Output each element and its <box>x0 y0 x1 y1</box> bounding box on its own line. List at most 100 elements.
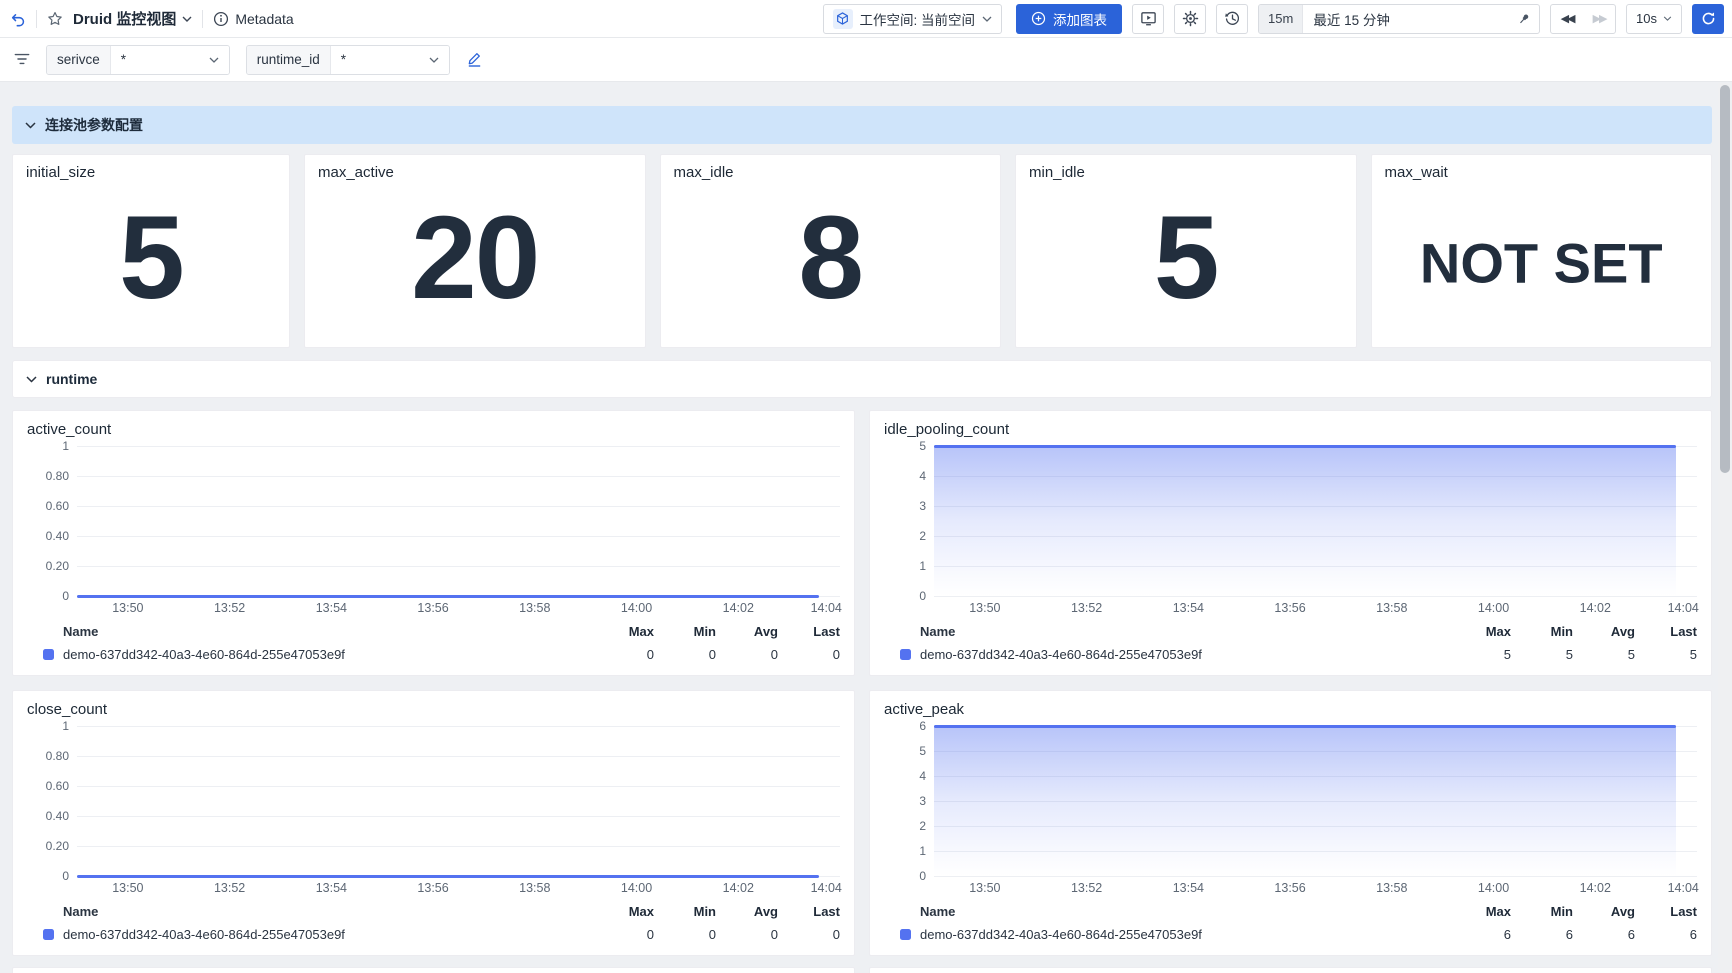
gridline <box>77 476 840 477</box>
series-color-swatch <box>43 649 54 660</box>
y-axis-label: 3 <box>919 794 926 808</box>
legend-header-stat: Min <box>693 624 716 639</box>
x-axis-label: 13:52 <box>213 881 246 895</box>
legend-header-stat: Max <box>628 904 654 919</box>
x-axis-label: 14:02 <box>1579 601 1611 615</box>
y-axis-label: 4 <box>919 469 926 483</box>
charts-grid: active_count 1 0.80 0.60 0.40 0.20 0 13:50 13:52… <box>12 410 1712 956</box>
y-axis-label: 0.80 <box>45 749 69 763</box>
divider <box>36 9 37 28</box>
series-color-swatch <box>900 649 911 660</box>
time-series-plot[interactable] <box>77 726 840 878</box>
refresh-button[interactable] <box>1692 3 1724 34</box>
y-axis-label: 3 <box>919 499 926 513</box>
monitor-play-icon <box>1140 10 1157 27</box>
top-bar: Druid 监控视图 Metadata 工作空间: 当前空间 添加图表 15m … <box>0 0 1732 38</box>
stat-value: 8 <box>798 192 864 325</box>
filter-bar: serivce * runtime_id * <box>0 38 1732 82</box>
y-axis-label: 1 <box>62 719 69 733</box>
time-series-plot[interactable] <box>934 724 1697 877</box>
variable-select-serivce[interactable]: serivce * <box>46 44 230 75</box>
series-stat-value: 0 <box>770 927 778 942</box>
stat-panel-min_idle: min_idle 5 <box>1015 154 1357 348</box>
edit-variables-button[interactable] <box>466 51 483 68</box>
stat-value: NOT SET <box>1419 231 1663 295</box>
info-icon <box>213 11 229 27</box>
legend-header-stat: Avg <box>753 904 778 919</box>
stat-title: max_idle <box>673 164 734 181</box>
series-color-swatch <box>43 929 54 940</box>
stat-panel-max_idle: max_idle 8 <box>659 154 1001 348</box>
section-header-runtime[interactable]: runtime <box>12 360 1712 398</box>
plus-circle-icon <box>1031 11 1046 26</box>
time-series-plot[interactable] <box>77 446 840 598</box>
legend-header-stat: Min <box>1550 624 1573 639</box>
x-axis-label: 14:00 <box>1477 601 1510 615</box>
x-axis: 13:50 13:52 13:54 13:56 13:58 14:00 14:02 14:04 <box>934 876 1699 898</box>
section-header-pool-config[interactable]: 连接池参数配置 <box>12 106 1712 144</box>
favorite-star-icon[interactable] <box>47 11 63 27</box>
x-axis-label: 13:58 <box>519 881 551 895</box>
plot-region: 6 5 4 3 2 1 0 <box>884 719 1697 883</box>
gridline <box>77 816 840 817</box>
chart-title: close_count <box>27 701 108 718</box>
scrollbar-thumb[interactable] <box>1720 85 1730 473</box>
stat-value: 5 <box>1153 192 1220 325</box>
chevron-down-icon <box>209 57 219 63</box>
legend-header-stat: Last <box>813 904 840 919</box>
refresh-interval-select[interactable]: 10s <box>1626 3 1682 34</box>
time-series-plot[interactable] <box>934 444 1697 597</box>
history-clock-icon <box>1224 10 1241 27</box>
legend-series-row[interactable]: demo-637dd342-40a3-4e60-864d-255e47053e9… <box>27 643 840 666</box>
dashboard-title-dropdown[interactable]: Druid 监控视图 <box>73 8 192 29</box>
legend-header-stat: Last <box>1670 624 1697 639</box>
y-axis-label: 6 <box>919 719 926 733</box>
x-axis-label: 13:52 <box>1070 881 1103 895</box>
x-axis-label: 13:58 <box>519 601 551 615</box>
x-axis-label: 13:50 <box>969 601 1001 615</box>
tv-mode-button[interactable] <box>1132 3 1165 34</box>
pin-icon[interactable] <box>1517 12 1531 26</box>
scrollbar-track[interactable] <box>1718 83 1732 973</box>
add-chart-button[interactable]: 添加图表 <box>1016 3 1123 34</box>
x-axis-label: 13:50 <box>969 881 1001 895</box>
x-axis-label: 13:56 <box>1274 881 1306 895</box>
x-axis: 13:50 13:52 13:54 13:56 13:58 14:00 14:02 14:04 <box>934 596 1699 618</box>
add-chart-label: 添加图表 <box>1053 12 1108 28</box>
legend-header-stat: Last <box>1670 904 1697 919</box>
series-name: demo-637dd342-40a3-4e60-864d-255e47053e9… <box>63 647 345 662</box>
series-area-fill <box>934 726 1677 876</box>
workspace-select[interactable]: 工作空间: 当前空间 <box>822 3 1003 34</box>
series-stat-value: 0 <box>646 647 654 662</box>
history-button[interactable] <box>1216 3 1249 34</box>
chevron-down-icon <box>182 16 192 22</box>
gridline <box>77 756 840 757</box>
settings-button[interactable] <box>1174 3 1207 34</box>
x-axis-label: 14:00 <box>1477 881 1510 895</box>
legend-header-name: Name <box>63 624 99 639</box>
y-axis-label: 0.40 <box>45 809 69 823</box>
shift-forward-button[interactable]: ▶▶ <box>1583 5 1615 33</box>
chevron-down-icon <box>982 16 992 22</box>
time-range-picker[interactable]: 15m 最近 15 分钟 <box>1258 3 1541 34</box>
legend-series-row[interactable]: demo-637dd342-40a3-4e60-864d-255e47053e9… <box>884 923 1697 946</box>
stat-panels-row: initial_size 5 max_active 20 max_idle 8 min_id… <box>12 154 1712 348</box>
y-axis: 5 4 3 2 1 0 <box>884 439 934 603</box>
chevron-down-icon <box>25 121 36 129</box>
workspace-icon <box>832 8 853 29</box>
plot-region: 1 0.80 0.60 0.40 0.20 0 <box>27 719 840 883</box>
legend-series-row[interactable]: demo-637dd342-40a3-4e60-864d-255e47053e9… <box>884 643 1697 666</box>
legend-series-row[interactable]: demo-637dd342-40a3-4e60-864d-255e47053e9… <box>27 923 840 946</box>
x-axis-label: 14:04 <box>1667 881 1699 895</box>
y-axis-label: 0.20 <box>45 839 69 853</box>
legend-header-stat: Min <box>693 904 716 919</box>
x-axis: 13:50 13:52 13:54 13:56 13:58 14:00 14:02 14:04 <box>77 596 842 618</box>
variable-select-runtime-id[interactable]: runtime_id * <box>245 44 450 75</box>
y-axis-label: 2 <box>919 529 926 543</box>
metadata-tab[interactable]: Metadata <box>213 11 294 27</box>
shift-back-button[interactable]: ◀◀ <box>1551 5 1583 33</box>
x-axis-label: 14:04 <box>810 601 842 615</box>
undo-icon[interactable] <box>10 11 26 27</box>
filter-icon[interactable] <box>14 52 30 68</box>
variable-name: serivce <box>47 45 111 74</box>
